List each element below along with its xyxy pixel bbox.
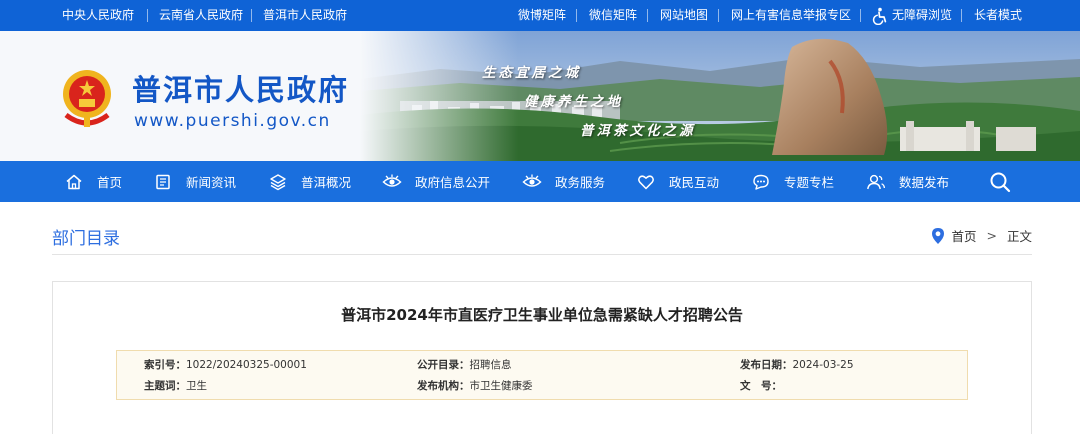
heart-icon bbox=[636, 172, 656, 192]
nav-item-topics[interactable]: 专题专栏 bbox=[751, 161, 834, 202]
nav-label: 新闻资讯 bbox=[186, 175, 237, 190]
article-card: 普洱市2024年市直医疗卫生事业单位急需紧缺人才招聘公告 索引号：1022/20… bbox=[52, 281, 1032, 434]
nav-label: 政府信息公开 bbox=[415, 175, 491, 190]
news-icon bbox=[153, 172, 173, 192]
meta-org-value: 市卫生健康委 bbox=[469, 380, 533, 392]
users-icon bbox=[866, 172, 886, 192]
nav-label: 专题专栏 bbox=[784, 175, 835, 190]
divider bbox=[251, 9, 252, 22]
link-sitemap[interactable]: 网站地图 bbox=[660, 0, 708, 31]
header-banner: 普洱市人民政府 www.puershi.gov.cn 生态宜居之城 健康养生之地… bbox=[0, 31, 1080, 161]
nav-item-interaction[interactable]: 政民互动 bbox=[636, 161, 719, 202]
accessibility-button[interactable]: 无障碍浏览 bbox=[871, 0, 952, 31]
slogan-2: 健康养生之地 bbox=[524, 94, 623, 110]
meta-docno: 文 号： bbox=[740, 378, 782, 394]
breadcrumb: 首页 > 正文 bbox=[931, 226, 1032, 245]
divider bbox=[647, 9, 648, 22]
meta-date-value: 2024-03-25 bbox=[792, 359, 854, 371]
nav-label: 普洱概况 bbox=[301, 175, 352, 190]
meta-docno-label: 文 号： bbox=[740, 380, 782, 392]
divider bbox=[961, 9, 962, 22]
meta-index: 索引号：1022/20240325-00001 bbox=[144, 357, 307, 373]
nav-item-gov-info[interactable]: 政府信息公开 bbox=[382, 161, 490, 202]
top-bar: 中央人民政府 云南省人民政府 普洱市人民政府 微博矩阵 微信矩阵 网站地图 网上… bbox=[0, 0, 1080, 31]
breadcrumb-bar: 部门目录 首页 > 正文 bbox=[52, 213, 1032, 255]
article-title: 普洱市2024年市直医疗卫生事业单位急需紧缺人才招聘公告 bbox=[341, 306, 743, 324]
chat-icon bbox=[751, 172, 771, 192]
meta-date-label: 发布日期： bbox=[740, 359, 793, 371]
nav-label: 首页 bbox=[97, 175, 123, 190]
city-landscape-photo bbox=[360, 31, 1080, 161]
link-central-government[interactable]: 中央人民政府 bbox=[62, 0, 134, 31]
nav-item-data[interactable]: 数据发布 bbox=[866, 161, 949, 202]
slogan-1: 生态宜居之城 bbox=[482, 65, 581, 81]
location-pin-icon bbox=[932, 227, 945, 244]
link-elder-mode[interactable]: 长者模式 bbox=[974, 0, 1022, 31]
divider bbox=[718, 9, 719, 22]
nav-item-overview[interactable]: 普洱概况 bbox=[268, 161, 351, 202]
link-harmful-info-report[interactable]: 网上有害信息举报专区 bbox=[731, 0, 851, 31]
site-url: www.puershi.gov.cn bbox=[134, 111, 331, 131]
eye-icon bbox=[522, 172, 542, 192]
slogan-3: 普洱茶文化之源 bbox=[580, 123, 696, 139]
layers-icon bbox=[268, 172, 288, 192]
breadcrumb-separator: > bbox=[986, 228, 997, 243]
link-yunnan-government[interactable]: 云南省人民政府 bbox=[159, 0, 243, 31]
main-nav: 首页 新闻资讯 普洱概况 政府信息公开 政务服务 政民互动 专题专栏 数据发布 bbox=[0, 161, 1080, 202]
national-emblem-logo bbox=[63, 70, 111, 127]
meta-index-value: 1022/20240325-00001 bbox=[186, 359, 307, 371]
nav-item-home[interactable]: 首页 bbox=[64, 161, 122, 202]
nav-label: 数据发布 bbox=[899, 175, 950, 190]
meta-catalog-value: 招聘信息 bbox=[469, 359, 512, 371]
meta-index-label: 索引号： bbox=[144, 359, 186, 371]
link-weixin-matrix[interactable]: 微信矩阵 bbox=[589, 0, 637, 31]
section-title: 部门目录 bbox=[52, 229, 120, 249]
site-title[interactable]: 普洱市人民政府 bbox=[132, 67, 349, 109]
meta-org-label: 发布机构： bbox=[417, 380, 470, 392]
divider bbox=[860, 9, 861, 22]
accessibility-label: 无障碍浏览 bbox=[892, 8, 953, 22]
link-weibo-matrix[interactable]: 微博矩阵 bbox=[518, 0, 566, 31]
search-icon bbox=[990, 172, 1011, 193]
divider bbox=[147, 9, 148, 22]
meta-topic: 主题词：卫生 bbox=[144, 378, 207, 394]
breadcrumb-home[interactable]: 首页 bbox=[951, 226, 976, 245]
home-icon bbox=[64, 172, 84, 192]
meta-date: 发布日期：2024-03-25 bbox=[740, 357, 854, 373]
meta-org: 发布机构：市卫生健康委 bbox=[417, 378, 533, 394]
divider bbox=[576, 9, 577, 22]
eye-icon bbox=[382, 172, 402, 192]
article-meta-table: 索引号：1022/20240325-00001 公开目录：招聘信息 发布日期：2… bbox=[116, 350, 968, 400]
meta-topic-value: 卫生 bbox=[186, 380, 207, 392]
nav-item-news[interactable]: 新闻资讯 bbox=[153, 161, 236, 202]
breadcrumb-current: 正文 bbox=[1006, 229, 1032, 244]
meta-catalog: 公开目录：招聘信息 bbox=[417, 357, 512, 373]
meta-topic-label: 主题词： bbox=[144, 380, 186, 392]
wheelchair-icon bbox=[872, 7, 887, 25]
link-puer-government[interactable]: 普洱市人民政府 bbox=[263, 0, 347, 31]
nav-label: 政民互动 bbox=[669, 175, 720, 190]
meta-catalog-label: 公开目录： bbox=[417, 359, 470, 371]
search-button[interactable] bbox=[988, 170, 1012, 194]
nav-item-gov-services[interactable]: 政务服务 bbox=[522, 161, 605, 202]
nav-label: 政务服务 bbox=[555, 175, 606, 190]
